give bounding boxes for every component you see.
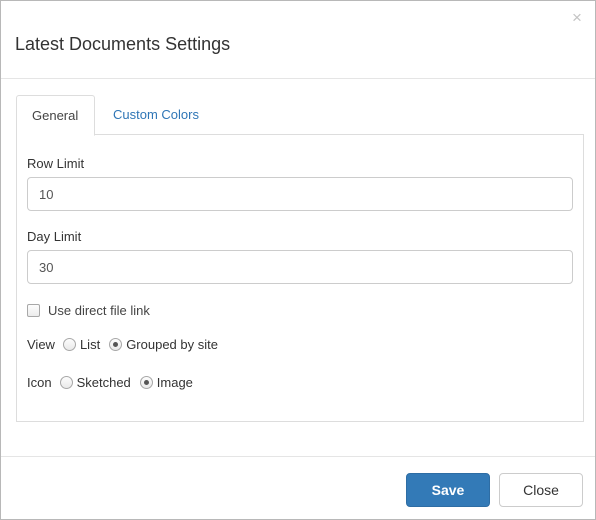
dialog-header: Latest Documents Settings ×	[1, 1, 595, 79]
view-radio-group: View List Grouped by site	[27, 335, 227, 353]
day-limit-label: Day Limit	[27, 229, 82, 244]
tab-custom-colors[interactable]: Custom Colors	[98, 95, 214, 135]
row-limit-label: Row Limit	[27, 156, 85, 171]
close-button[interactable]: Close	[499, 473, 583, 507]
direct-link-option: Use direct file link	[27, 301, 150, 319]
settings-dialog: Latest Documents Settings × General Cust…	[0, 0, 596, 520]
general-tab-panel: Row Limit Day Limit Use direct file link…	[16, 134, 584, 422]
view-grouped-radio[interactable]	[109, 337, 123, 351]
tab-general[interactable]: General	[16, 95, 95, 136]
dialog-title: Latest Documents Settings	[15, 34, 231, 54]
icon-radio-group: Icon Sketched Image	[27, 373, 202, 391]
tab-bar: General Custom Colors	[16, 95, 584, 136]
dialog-footer: Save Close	[1, 456, 595, 519]
icon-image-label[interactable]: Image	[157, 375, 193, 390]
direct-link-checkbox[interactable]	[27, 303, 40, 317]
icon-sketched-radio[interactable]	[59, 375, 73, 389]
close-icon[interactable]: ×	[567, 8, 587, 28]
view-grouped-label[interactable]: Grouped by site	[126, 337, 218, 352]
icon-sketched-label[interactable]: Sketched	[77, 375, 131, 390]
day-limit-input[interactable]	[27, 250, 573, 284]
view-label: View	[27, 336, 55, 352]
direct-link-label[interactable]: Use direct file link	[48, 303, 150, 318]
view-list-label[interactable]: List	[80, 337, 100, 352]
save-button[interactable]: Save	[406, 473, 490, 507]
icon-image-radio[interactable]	[139, 375, 153, 389]
icon-label: Icon	[27, 374, 52, 390]
view-list-radio[interactable]	[62, 337, 76, 351]
row-limit-input[interactable]	[27, 177, 573, 211]
